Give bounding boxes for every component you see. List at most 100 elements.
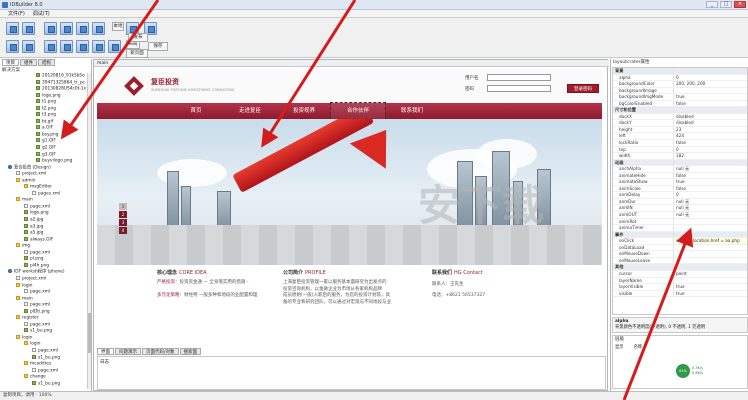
tab-interface[interactable]: 界面 [97,348,114,355]
property-key: onMouseLeave [619,257,651,263]
property-value[interactable]: null 无 [673,166,747,172]
property-value[interactable]: false [673,100,747,107]
contact-column: 联系我们 HG Contact 联系人：王先生 电话：+8621 56537327 [432,269,532,299]
property-value[interactable] [673,87,747,94]
property-value[interactable] [673,244,747,251]
new-page-button[interactable]: 新页面 [126,49,148,58]
property-key: anchAlpha [619,166,642,172]
tab-components[interactable]: 组件 [20,59,37,66]
menu-debug[interactable]: 调试(T) [33,10,50,17]
align-top-icon[interactable] [92,22,105,35]
property-value[interactable]: window.location.href = aa.php [673,238,747,244]
align-left-icon[interactable] [44,22,57,35]
property-value[interactable]: 0 [673,74,747,81]
property-value[interactable]: 200, 200, 200 [673,81,747,87]
new-icon[interactable] [6,22,19,35]
property-value[interactable]: true [673,290,747,297]
property-value[interactable] [673,251,747,257]
property-key: alpha [619,74,631,80]
property-key: bgColorEnabled [619,100,653,106]
close-button[interactable]: × [734,1,746,8]
output-console[interactable]: 日志 [97,356,606,390]
watermark-text: 安下载 [418,181,545,230]
property-value[interactable]: 0 [673,192,747,198]
menu-file[interactable]: 文件(F) [8,10,25,17]
property-value[interactable]: 23 [673,126,747,133]
property-value[interactable]: disabled [673,120,747,126]
layers-panel: 层级 显示 名称 [612,335,748,389]
maximize-button[interactable]: □ [720,1,732,8]
image-file-icon [36,151,40,156]
network-speed-badge[interactable]: 61% [676,364,690,378]
local-button[interactable]: 本地 [112,22,124,31]
align-right-icon[interactable] [76,22,89,35]
nav-partners[interactable]: 合作伙伴 [330,102,386,120]
tree-node-label: g3.GIF [42,152,56,158]
save-all-icon[interactable] [22,40,35,53]
property-value[interactable]: false [673,140,747,146]
property-value[interactable]: false [673,185,747,192]
same-width-icon[interactable] [76,40,89,53]
tree-node-label: bt.gif [42,119,54,125]
property-value[interactable]: null 无 [673,212,747,218]
image-file-icon [36,125,40,130]
folder-icon [24,374,28,379]
distribute-v-icon[interactable] [60,40,73,53]
same-height-icon[interactable] [92,40,105,53]
tree-node[interactable]: s1_bu.png [2,380,88,388]
slide-dot[interactable]: 4 [119,227,127,234]
property-value[interactable]: 0 [673,146,747,153]
property-value[interactable] [673,257,747,264]
property-value[interactable] [673,225,747,231]
property-value[interactable]: true [673,94,747,100]
nav-vision[interactable]: 投资视界 [277,103,331,119]
distribute-h-icon[interactable] [44,40,57,53]
tab-issues[interactable]: 问题演示 [115,348,141,355]
tree-node-label: s1_bu.png [38,381,61,387]
tree-scrollbar[interactable] [87,73,91,389]
image-file-icon [36,99,40,104]
same-size-icon[interactable] [108,40,121,53]
property-key: layerName [619,277,642,283]
property-value[interactable]: 182 [673,153,747,159]
tab-structure[interactable]: 结构 [38,59,55,66]
password-label: 密码 [465,87,474,92]
username-input[interactable] [487,74,551,81]
tab-search[interactable]: 搜索面 [179,348,202,355]
save-button[interactable]: 保存 [148,42,168,51]
property-desc-text: 背景颜色不透明度(不透明), 0 不透明, 1 完透明 [615,325,706,330]
tab-project[interactable]: 项目 [2,59,19,66]
slide-indicator: 1 2 3 4 [119,203,127,234]
publish-button[interactable]: 发布 [128,33,148,42]
property-value[interactable]: 424 [673,133,747,140]
property-value[interactable]: disabled [673,113,747,120]
tree-node-label: img [22,243,31,249]
tree-node-label: login [30,341,41,347]
login-button[interactable]: 登录密码 [567,84,599,93]
minimize-button[interactable]: _ [706,1,718,8]
slide-dot[interactable]: 3 [119,219,127,226]
tree-node-label: project.xml [22,171,47,177]
property-value[interactable] [673,218,747,225]
property-value[interactable]: point [673,270,747,277]
password-input[interactable] [487,85,551,92]
slide-dot[interactable]: 1 [119,203,127,210]
property-value[interactable]: null 无 [673,198,747,205]
open-icon[interactable] [22,22,35,35]
slide-dot[interactable]: 2 [119,211,127,218]
nav-home[interactable]: 首页 [169,103,223,119]
property-value[interactable]: true [673,284,747,290]
editor-tab-main[interactable]: main [94,61,108,66]
nav-contact[interactable]: 联系我们 [385,103,439,119]
network-speed-text: 0.3K/s 0.8K/s [692,366,703,375]
property-value [673,68,747,74]
property-value[interactable] [673,277,747,284]
align-center-icon[interactable] [60,22,73,35]
nav-about[interactable]: 走进复臣 [223,103,277,119]
save-icon[interactable] [6,40,19,53]
property-row[interactable]: visible true [613,290,747,298]
tab-page-code[interactable]: 页面代码/对象 [142,348,179,355]
property-value[interactable]: false [673,172,747,179]
property-value[interactable]: null 无 [673,205,747,212]
property-value[interactable]: true [673,179,747,185]
